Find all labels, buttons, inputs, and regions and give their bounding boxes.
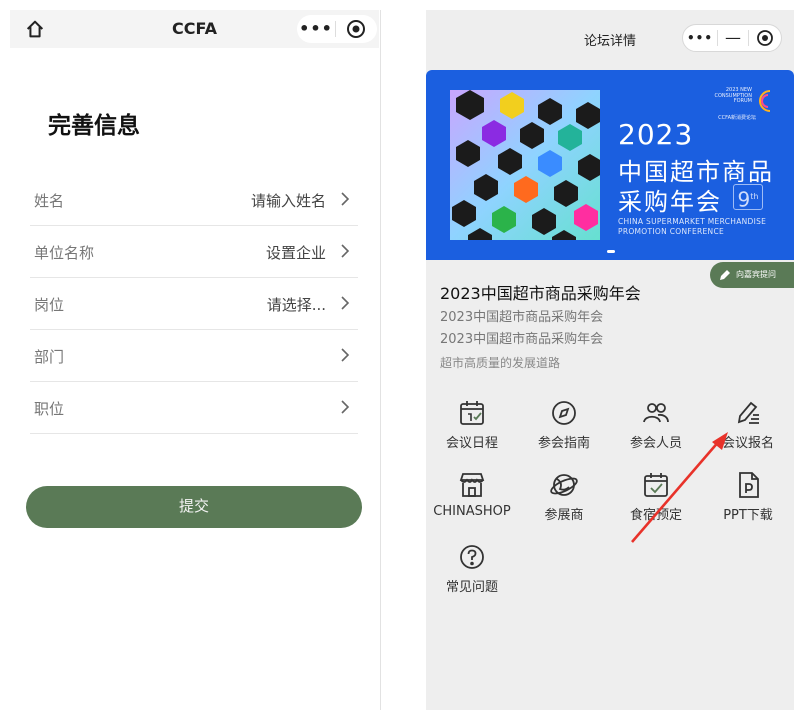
- pen-icon: [720, 270, 730, 280]
- chevron-right-icon: [341, 192, 350, 206]
- banner-english-line2: PROMOTION CONFERENCE: [618, 227, 725, 236]
- banner-english-line1: CHINA SUPERMARKET MERCHANDISE: [618, 217, 767, 226]
- menu-item-exhibitors[interactable]: 参展商: [518, 470, 610, 530]
- field-position[interactable]: 职位: [30, 382, 358, 434]
- banner-year: 2023: [618, 118, 694, 151]
- capsule-menu: ••• —: [682, 24, 782, 52]
- name-input[interactable]: 请输入姓名: [251, 190, 326, 211]
- field-label: 岗位: [34, 296, 65, 314]
- field-label: 部门: [34, 348, 65, 366]
- globe-icon: [550, 474, 578, 496]
- forum-detail-screen: 论坛详情 ••• — 2023 NEW CONSUMPTION FORUM CC…: [426, 10, 794, 710]
- conference-subtitle: 2023中国超市商品采购年会: [440, 310, 604, 325]
- chevron-right-icon: [341, 296, 350, 310]
- menu-item-guide[interactable]: 参会指南: [518, 398, 610, 458]
- menu-item-faq[interactable]: 常见问题: [426, 542, 518, 602]
- profile-form-screen: CCFA ••• 完善信息 姓名 请输入姓名 单位名称 设置企业 岗位 请选择.…: [10, 10, 379, 710]
- compass-icon: [552, 401, 576, 425]
- forum-logo: 2023 NEW CONSUMPTION FORUM CCFA新消费论坛: [696, 84, 776, 124]
- panel-divider: [380, 10, 381, 710]
- menu-item-registration[interactable]: 会议报名: [702, 398, 794, 458]
- chevron-right-icon: [341, 348, 350, 362]
- hexagon-artwork: [450, 90, 600, 240]
- post-select[interactable]: 请选择...: [267, 294, 326, 315]
- capsule-divider: [748, 30, 749, 46]
- edit-icon: [737, 401, 759, 424]
- field-name[interactable]: 姓名 请输入姓名: [30, 174, 358, 226]
- conference-title: 2023中国超市商品采购年会: [440, 284, 641, 303]
- calendar-icon: [460, 401, 484, 425]
- nav-bar: 论坛详情 ••• —: [426, 10, 794, 66]
- menu-item-schedule[interactable]: 会议日程: [426, 398, 518, 458]
- field-department[interactable]: 部门: [30, 330, 358, 382]
- page-title: 完善信息: [48, 113, 140, 139]
- shop-icon: [459, 473, 485, 497]
- edition-badge: 9th: [733, 184, 763, 212]
- close-target-icon[interactable]: [344, 17, 368, 41]
- menu-item-chinashop[interactable]: CHINASHOP: [426, 470, 518, 530]
- conference-subtitle: 2023中国超市商品采购年会: [440, 332, 604, 347]
- menu-item-attendees[interactable]: 参会人员: [610, 398, 702, 458]
- close-target-icon[interactable]: [753, 26, 777, 50]
- banner-title-line2: 采购年会: [618, 188, 722, 216]
- minimize-icon[interactable]: —: [718, 25, 748, 51]
- capsule-divider: [335, 21, 336, 37]
- calendar-check-icon: [644, 473, 668, 497]
- chevron-right-icon: [341, 244, 350, 258]
- more-icon[interactable]: •••: [297, 15, 335, 43]
- file-p-icon: [739, 472, 759, 498]
- field-post[interactable]: 岗位 请选择...: [30, 278, 358, 330]
- people-icon: [643, 403, 669, 423]
- field-label: 单位名称: [34, 244, 95, 262]
- menu-item-accommodation[interactable]: 食宿预定: [610, 470, 702, 530]
- company-select[interactable]: 设置企业: [266, 242, 326, 263]
- conference-banner[interactable]: 2023 NEW CONSUMPTION FORUM CCFA新消费论坛 202…: [426, 70, 794, 260]
- conference-tagline: 超市高质量的发展道路: [440, 356, 561, 370]
- capsule-menu: •••: [297, 15, 377, 43]
- nav-bar: CCFA •••: [10, 10, 379, 48]
- field-company[interactable]: 单位名称 设置企业: [30, 226, 358, 278]
- field-label: 职位: [34, 400, 65, 418]
- submit-button[interactable]: 提交: [26, 486, 362, 528]
- carousel-indicator[interactable]: [607, 250, 615, 253]
- ask-guest-button[interactable]: 向嘉宾提问: [710, 262, 794, 288]
- field-label: 姓名: [34, 192, 65, 210]
- menu-item-ppt-download[interactable]: PPT下载: [702, 470, 794, 530]
- question-icon: [460, 545, 484, 569]
- chevron-right-icon: [341, 400, 350, 414]
- more-icon[interactable]: •••: [683, 24, 717, 52]
